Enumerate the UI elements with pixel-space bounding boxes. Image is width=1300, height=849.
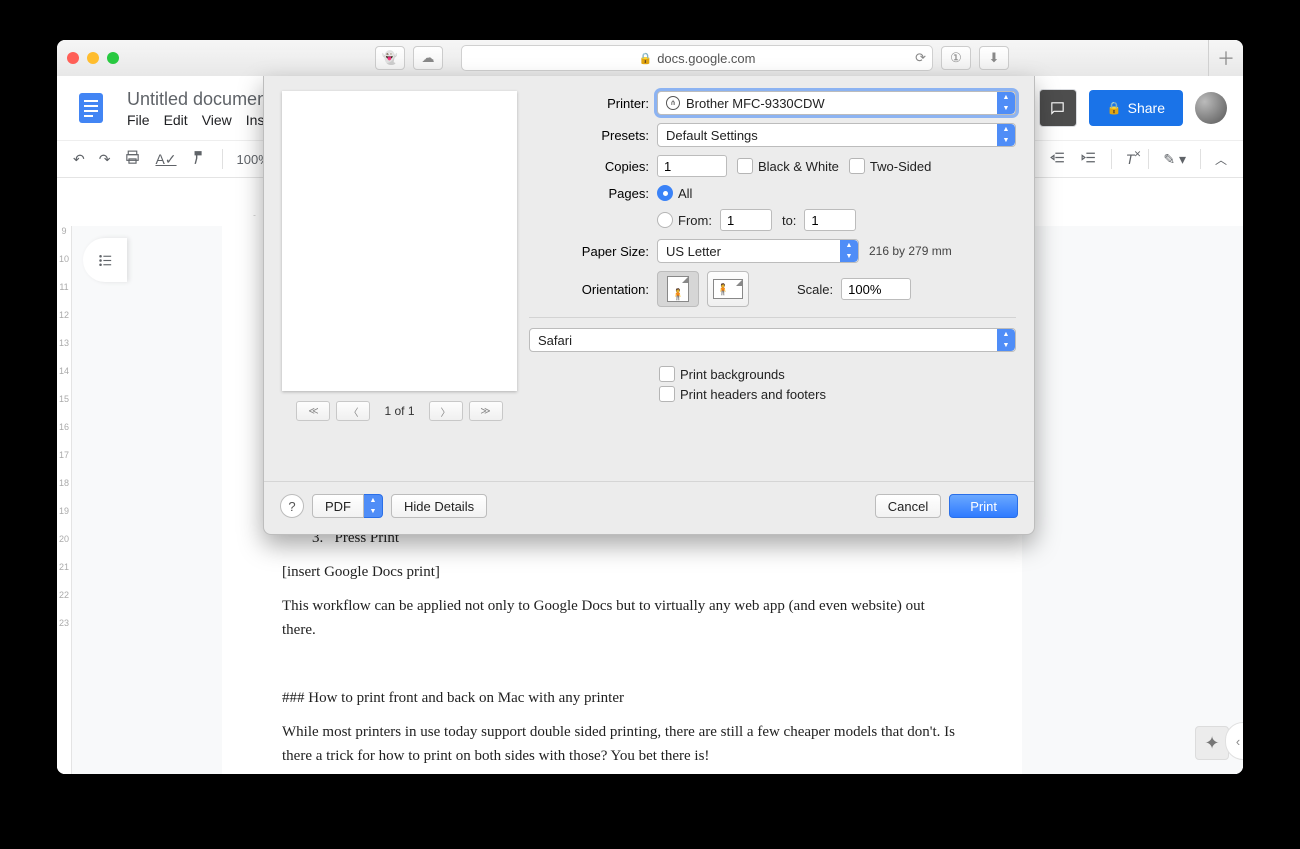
menu-file[interactable]: File [127, 112, 150, 128]
collapse-icon[interactable]: ︿ [1215, 151, 1227, 168]
menu-insert[interactable]: Ins [246, 112, 265, 128]
paint-format-icon[interactable] [191, 149, 208, 169]
clear-format-icon[interactable]: T✕ [1126, 151, 1135, 167]
pages-range-radio[interactable] [657, 212, 673, 228]
safari-window: 👻 ☁ 🔒 docs.google.com ⟳ ① ⬇ ＋ Untitled d… [57, 40, 1243, 774]
share-button[interactable]: 🔒 Share [1089, 90, 1183, 126]
lock-icon: 🔒 [1107, 101, 1122, 115]
portrait-button[interactable]: 🧍 [657, 271, 699, 307]
copies-label: Copies: [529, 159, 657, 174]
to-input[interactable] [804, 209, 856, 231]
avatar[interactable] [1195, 92, 1227, 124]
doc-meta: Untitled documen File Edit View Ins [127, 89, 267, 128]
preview-nav: ≪ 〈 1 of 1 〉 ≫ [296, 401, 502, 421]
print-preview: ≪ 〈 1 of 1 〉 ≫ [282, 91, 517, 421]
edit-mode-icon[interactable]: ✎ ▾ [1163, 151, 1186, 168]
copies-input[interactable] [657, 155, 727, 177]
prev-page-button[interactable]: 〈 [336, 401, 370, 421]
vertical-ruler: 9 10 11 12 13 14 15 16 17 18 19 20 21 22… [57, 226, 72, 774]
bw-checkbox[interactable] [737, 158, 753, 174]
indent-icon[interactable] [1080, 149, 1097, 169]
from-input[interactable] [720, 209, 772, 231]
pdf-menu[interactable]: PDF ▲▼ [312, 494, 383, 518]
all-label: All [678, 186, 692, 201]
preview-page [282, 91, 517, 391]
outdent-icon[interactable] [1049, 149, 1066, 169]
two-sided-label: Two-Sided [870, 159, 931, 174]
url-bar[interactable]: 🔒 docs.google.com ⟳ [461, 45, 933, 71]
print-dialog: ≪ 〈 1 of 1 〉 ≫ Printer: ⋔ Brother MFC-93… [263, 76, 1035, 535]
print-backgrounds-label: Print backgrounds [680, 367, 785, 382]
minimize-window-icon[interactable] [87, 52, 99, 64]
pages-label: Pages: [529, 186, 657, 201]
doc-title[interactable]: Untitled documen [127, 89, 267, 110]
bw-label: Black & White [758, 159, 839, 174]
hide-details-button[interactable]: Hide Details [391, 494, 487, 518]
print-backgrounds-checkbox[interactable] [659, 366, 675, 382]
dialog-buttons: ? PDF ▲▼ Hide Details Cancel Print [264, 481, 1034, 534]
print-headers-label: Print headers and footers [680, 387, 826, 402]
presets-label: Presets: [529, 128, 657, 143]
printer-select[interactable]: ⋔ Brother MFC-9330CDW ▲▼ [657, 91, 1016, 115]
reload-icon[interactable]: ⟳ [915, 50, 926, 66]
title-bar: 👻 ☁ 🔒 docs.google.com ⟳ ① ⬇ ＋ [57, 40, 1243, 77]
undo-icon[interactable]: ↶ [73, 151, 85, 168]
two-sided-checkbox[interactable] [849, 158, 865, 174]
cancel-button[interactable]: Cancel [875, 494, 941, 518]
lock-icon: 🔒 [639, 52, 653, 65]
print-icon[interactable] [124, 149, 141, 169]
first-page-button[interactable]: ≪ [296, 401, 330, 421]
outline-button[interactable] [83, 238, 127, 282]
new-tab-button[interactable]: ＋ [1208, 40, 1243, 76]
network-share-icon: ⋔ [666, 96, 680, 110]
page-indicator: 1 of 1 [384, 404, 414, 418]
docs-logo-icon[interactable] [73, 90, 109, 126]
menu-view[interactable]: View [202, 112, 232, 128]
explore-button[interactable]: ✦ [1195, 726, 1229, 760]
paper-size-label: Paper Size: [529, 244, 657, 259]
paper-size-select[interactable]: US Letter ▲▼ [657, 239, 859, 263]
window-controls [67, 52, 119, 64]
print-options: Printer: ⋔ Brother MFC-9330CDW ▲▼ Preset… [529, 91, 1016, 421]
url-text: docs.google.com [657, 51, 755, 66]
download-info-icon[interactable]: ① [941, 46, 971, 70]
menu-edit[interactable]: Edit [164, 112, 188, 128]
pages-all-radio[interactable] [657, 185, 673, 201]
downloads-icon[interactable]: ⬇ [979, 46, 1009, 70]
scale-label: Scale: [797, 282, 833, 297]
cloud-icon[interactable]: ☁ [413, 46, 443, 70]
redo-icon[interactable]: ↷ [99, 151, 111, 168]
app-options-select[interactable]: Safari ▲▼ [529, 328, 1016, 352]
ghost-extension-icon[interactable]: 👻 [375, 46, 405, 70]
zoom-window-icon[interactable] [107, 52, 119, 64]
presets-select[interactable]: Default Settings ▲▼ [657, 123, 1016, 147]
next-page-button[interactable]: 〉 [429, 401, 463, 421]
printer-label: Printer: [529, 96, 657, 111]
menu-bar: File Edit View Ins [127, 112, 267, 128]
to-label: to: [782, 213, 796, 228]
print-headers-checkbox[interactable] [659, 386, 675, 402]
paper-dimensions: 216 by 279 mm [869, 244, 952, 258]
last-page-button[interactable]: ≫ [469, 401, 503, 421]
scale-input[interactable] [841, 278, 911, 300]
orientation-label: Orientation: [529, 282, 657, 297]
from-label: From: [678, 213, 712, 228]
close-window-icon[interactable] [67, 52, 79, 64]
spellcheck-icon[interactable]: A✓ [155, 151, 176, 168]
comments-button[interactable] [1039, 89, 1077, 127]
print-button[interactable]: Print [949, 494, 1018, 518]
help-button[interactable]: ? [280, 494, 304, 518]
landscape-button[interactable]: 🧍 [707, 271, 749, 307]
